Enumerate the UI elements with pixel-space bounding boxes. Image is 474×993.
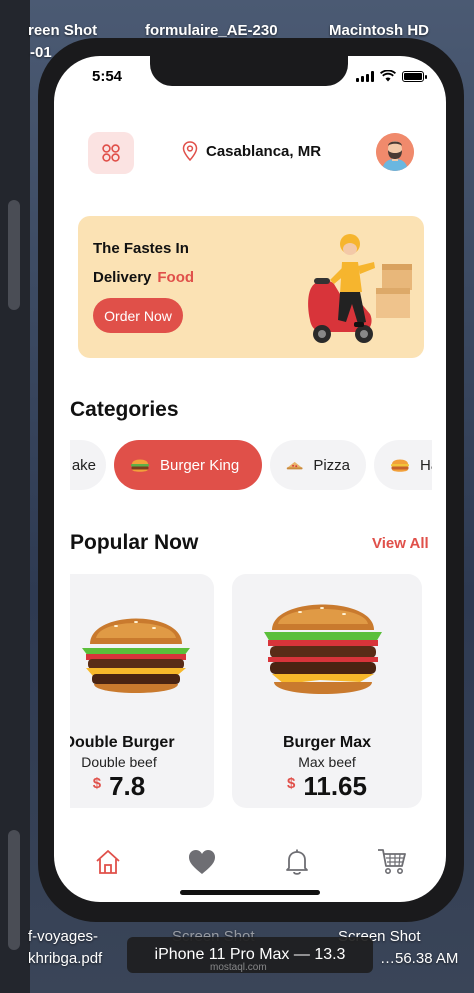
- bottom-navigation: [54, 842, 446, 882]
- desktop-file-sublabel: -01: [30, 44, 52, 61]
- location-selector[interactable]: Casablanca, MR: [182, 141, 321, 161]
- delivery-rider-illustration: [308, 234, 412, 343]
- product-price: $11.65: [232, 771, 422, 802]
- nav-notifications[interactable]: [277, 842, 317, 882]
- category-label: ake: [71, 456, 96, 474]
- wifi-icon: [380, 70, 396, 82]
- burger-max-image: [264, 604, 382, 694]
- promo-headline: The Fastes In: [93, 240, 189, 257]
- status-icons: [356, 70, 427, 82]
- status-time: 5:54: [92, 68, 123, 85]
- promo-subheadline: Delivery Food: [93, 269, 194, 286]
- price-currency: $: [92, 775, 102, 792]
- desktop-file-screenshot-3-time: …56.38 AM: [380, 950, 459, 967]
- desktop-scrollbar[interactable]: [8, 200, 20, 310]
- category-chip-pizza[interactable]: Pizza: [270, 440, 366, 490]
- promo-banner: The Fastes In Delivery Food Order Now: [78, 216, 424, 358]
- nav-cart[interactable]: [372, 842, 412, 882]
- promo-food-text: Food: [157, 269, 195, 286]
- price-value: 7.8: [109, 771, 146, 801]
- bell-icon: [286, 849, 308, 875]
- product-card-double-burger[interactable]: Double Burger Double beef $7.8: [70, 574, 214, 808]
- product-description: Double beef: [81, 754, 157, 770]
- category-label: Pizza: [313, 456, 350, 474]
- desktop-file-voyages[interactable]: f-voyages-: [28, 928, 98, 945]
- product-card-body: Double Burger Double beef $7.8: [70, 574, 214, 808]
- product-price: $7.8: [70, 771, 214, 802]
- category-label: Ha: [420, 456, 432, 474]
- desktop-drive-macintosh[interactable]: Macintosh HD: [329, 22, 429, 39]
- double-burger-image: [82, 618, 190, 693]
- category-chip-cake[interactable]: ake: [70, 440, 106, 490]
- home-icon: [96, 850, 120, 874]
- nav-favorites[interactable]: [182, 842, 222, 882]
- pin-icon: [182, 141, 198, 161]
- device-notch: [150, 56, 348, 86]
- desktop-file-screenshot[interactable]: reen Shot: [28, 22, 97, 39]
- pizza-icon: [286, 461, 303, 470]
- categories-carousel[interactable]: ake Burger King Pizza H: [70, 440, 432, 490]
- grid-icon: [102, 144, 120, 162]
- categories-title: Categories: [70, 398, 179, 421]
- product-description: Max beef: [298, 754, 356, 770]
- popular-now-title: Popular Now: [70, 531, 199, 554]
- desktop-scrollbar-lower[interactable]: [8, 830, 20, 950]
- burger-icon: [131, 459, 149, 472]
- user-avatar-icon: [376, 133, 414, 171]
- iphone-device-frame: 5:54 Casablanca, MR The Fastes In Delive…: [38, 38, 464, 922]
- desktop-sidebar: [0, 0, 30, 993]
- location-label: Casablanca, MR: [206, 142, 322, 160]
- view-all-link[interactable]: View All: [372, 535, 429, 552]
- app-screen: 5:54 Casablanca, MR The Fastes In Delive…: [54, 56, 446, 902]
- product-name: Double Burger: [70, 734, 175, 751]
- order-now-button[interactable]: Order Now: [93, 298, 183, 333]
- desktop-file-formulaire[interactable]: formulaire_AE-230: [145, 22, 278, 39]
- watermark: mostaql.com: [210, 962, 267, 973]
- category-label: Burger King: [160, 456, 240, 474]
- price-currency: $: [287, 775, 296, 792]
- category-chip-hamburger[interactable]: Ha: [374, 440, 432, 490]
- home-indicator[interactable]: [180, 890, 320, 895]
- signal-icon: [356, 70, 374, 82]
- battery-icon: [402, 70, 427, 82]
- heart-icon: [189, 850, 215, 874]
- category-chip-burger-king[interactable]: Burger King: [114, 440, 262, 490]
- product-name: Burger Max: [282, 734, 372, 751]
- desktop-file-voyages-ext: khribga.pdf: [28, 950, 103, 967]
- promo-delivery-text: Delivery: [93, 269, 152, 286]
- nav-home[interactable]: [88, 842, 128, 882]
- burger-icon: [391, 459, 409, 472]
- price-value: 11.65: [303, 771, 367, 801]
- avatar[interactable]: [376, 133, 414, 171]
- cart-icon: [378, 849, 406, 874]
- menu-button[interactable]: [88, 132, 134, 174]
- product-card-burger-max[interactable]: Burger Max Max beef $11.65: [232, 574, 422, 808]
